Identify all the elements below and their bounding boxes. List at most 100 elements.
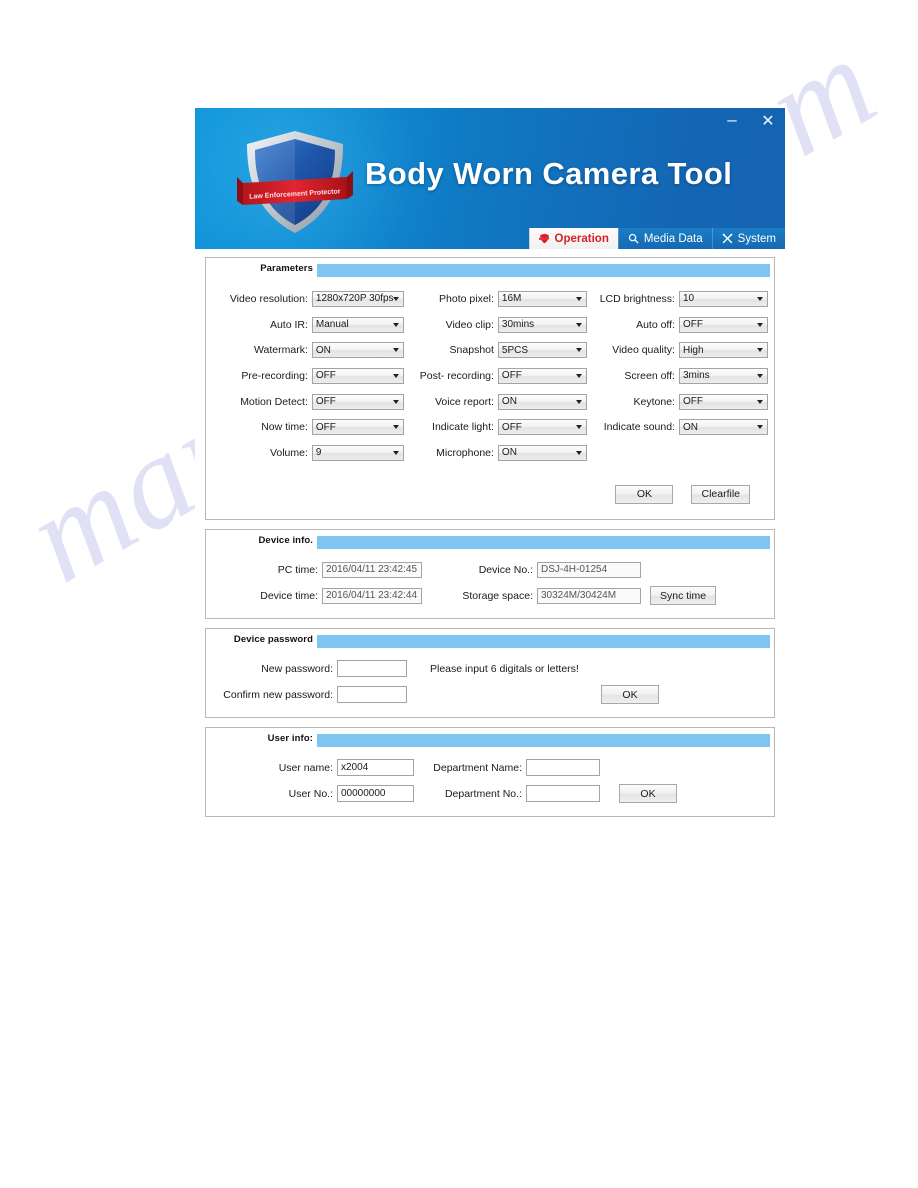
dropdown-volume[interactable]: 9 (311, 444, 404, 461)
field-pre-recording: Pre-recording: OFF (212, 367, 404, 384)
dropdown-screen-off[interactable]: 3mins (678, 367, 768, 384)
chevron-down-icon (756, 348, 763, 353)
value-now-time: OFF (315, 421, 336, 433)
parameters-row: Pre-recording: OFF Post- recording: OFF (212, 363, 768, 389)
chevron-down-icon (392, 348, 399, 353)
user-info-form: User name: x2004 Department Name: User N… (206, 747, 774, 816)
dropdown-snapshot[interactable]: 5PCS (497, 342, 587, 359)
input-confirm-password[interactable] (337, 686, 407, 704)
label-volume: Volume: (269, 446, 308, 459)
label-confirm-password: Confirm new password: (223, 688, 333, 701)
tab-bar: Operation Media Data System (528, 228, 785, 249)
dropdown-lcd-brightness[interactable]: 10 (678, 290, 768, 307)
dropdown-auto-off[interactable]: OFF (678, 316, 768, 333)
dropdown-microphone[interactable]: ON (497, 444, 587, 461)
dropdown-indicate-light[interactable]: OFF (497, 419, 587, 436)
dropdown-voice-report[interactable]: ON (497, 393, 587, 410)
parameters-row: Watermark: ON Snapshot 5PCS Video qualit… (212, 337, 768, 363)
value-auto-off: OFF (682, 319, 703, 331)
parameters-clearfile-button[interactable]: Clearfile (691, 484, 750, 504)
dropdown-video-quality[interactable]: High (678, 342, 768, 359)
sync-time-button[interactable]: Sync time (650, 586, 717, 606)
tab-operation-label: Operation (554, 232, 609, 245)
dropdown-post-recording[interactable]: OFF (497, 367, 587, 384)
app-body: Parameters Video resolution: 1280x720P 3… (195, 249, 785, 817)
value-pre-recording: OFF (315, 370, 336, 382)
dropdown-pre-recording[interactable]: OFF (311, 367, 404, 384)
panel-parameters: Parameters Video resolution: 1280x720P 3… (205, 257, 775, 520)
label-device-time: Device time: (260, 589, 318, 602)
tab-media-data[interactable]: Media Data (617, 228, 712, 249)
device-password-row: Confirm new password: OK (212, 682, 768, 708)
field-now-time: Now time: OFF (212, 419, 404, 436)
panel-user-info-bar (317, 733, 770, 747)
panel-device-info: Device info. PC time: 2016/04/11 23:42:4… (205, 528, 775, 619)
field-video-resolution: Video resolution: 1280x720P 30fps (212, 290, 404, 307)
close-button[interactable]: ✕ (757, 112, 779, 132)
window-controls: – ✕ (721, 111, 779, 132)
chevron-down-icon (575, 296, 582, 301)
input-user-name[interactable]: x2004 (337, 759, 414, 777)
field-microphone: Microphone: ON (404, 444, 587, 461)
value-auto-ir: Manual (315, 319, 349, 331)
tab-system-label: System (737, 232, 776, 245)
dropdown-watermark[interactable]: ON (311, 342, 404, 359)
dropdown-auto-ir[interactable]: Manual (311, 316, 404, 333)
dropdown-video-resolution[interactable]: 1280x720P 30fps (311, 290, 404, 307)
value-motion-detect: OFF (315, 396, 336, 408)
field-voice-report: Voice report: ON (404, 393, 587, 410)
app-header: – ✕ Law Enforcement Protector Body Worn … (195, 108, 785, 249)
search-icon (628, 233, 640, 245)
input-user-no[interactable]: 00000000 (337, 785, 414, 803)
chevron-down-icon (392, 322, 399, 327)
tab-system[interactable]: System (711, 228, 785, 249)
label-new-password: New password: (261, 662, 333, 675)
parameters-actions: OK Clearfile (212, 466, 768, 515)
chevron-down-icon (392, 425, 399, 430)
field-post-recording: Post- recording: OFF (404, 367, 587, 384)
value-photo-pixel: 16M (501, 293, 522, 305)
device-info-row: PC time: 2016/04/11 23:42:45 Device No.:… (212, 557, 768, 583)
field-pc-time: 2016/04/11 23:42:45 (322, 561, 422, 578)
label-keytone: Keytone: (633, 395, 675, 408)
user-info-row: User name: x2004 Department Name: (212, 755, 768, 781)
dropdown-keytone[interactable]: OFF (678, 393, 768, 410)
page-root: manualshive.com – ✕ (0, 0, 918, 1188)
field-indicate-sound: Indicate sound: ON (587, 419, 768, 436)
wrench-icon (722, 233, 734, 245)
label-motion-detect: Motion Detect: (240, 395, 308, 408)
application-window: – ✕ Law Enforcement Protector Body Worn … (195, 108, 785, 826)
tab-operation[interactable]: Operation (528, 228, 618, 249)
value-voice-report: ON (501, 396, 517, 408)
field-device-no: DSJ-4H-01254 (537, 561, 641, 578)
label-department-name: Department Name: (433, 761, 522, 774)
chevron-down-icon (392, 296, 399, 301)
chevron-down-icon (756, 399, 763, 404)
input-department-name[interactable] (526, 759, 600, 777)
user-info-ok-button[interactable]: OK (619, 784, 677, 804)
input-new-password[interactable] (337, 660, 407, 678)
label-indicate-sound: Indicate sound: (603, 421, 675, 434)
user-info-row: User No.: 00000000 Department No.: OK (212, 781, 768, 807)
chevron-down-icon (392, 399, 399, 404)
device-password-ok-button[interactable]: OK (601, 685, 659, 705)
field-storage-space: 30324M/30424M (537, 587, 641, 604)
dropdown-video-clip[interactable]: 30mins (497, 316, 587, 333)
panel-device-info-bar (317, 535, 770, 549)
field-screen-off: Screen off: 3mins (587, 367, 768, 384)
field-video-quality: Video quality: High (587, 342, 768, 359)
value-microphone: ON (501, 447, 517, 459)
field-lcd-brightness: LCD brightness: 10 (587, 290, 768, 307)
dropdown-photo-pixel[interactable]: 16M (497, 290, 587, 307)
dropdown-now-time[interactable]: OFF (311, 419, 404, 436)
field-photo-pixel: Photo pixel: 16M (404, 290, 587, 307)
dropdown-motion-detect[interactable]: OFF (311, 393, 404, 410)
label-photo-pixel: Photo pixel: (439, 292, 494, 305)
dropdown-indicate-sound[interactable]: ON (678, 419, 768, 436)
parameters-ok-button[interactable]: OK (615, 484, 674, 504)
value-volume: 9 (315, 447, 322, 459)
field-device-time: 2016/04/11 23:42:44 (322, 587, 422, 604)
minimize-button[interactable]: – (721, 111, 743, 132)
chevron-down-icon (575, 373, 582, 378)
input-department-no[interactable] (526, 785, 600, 803)
